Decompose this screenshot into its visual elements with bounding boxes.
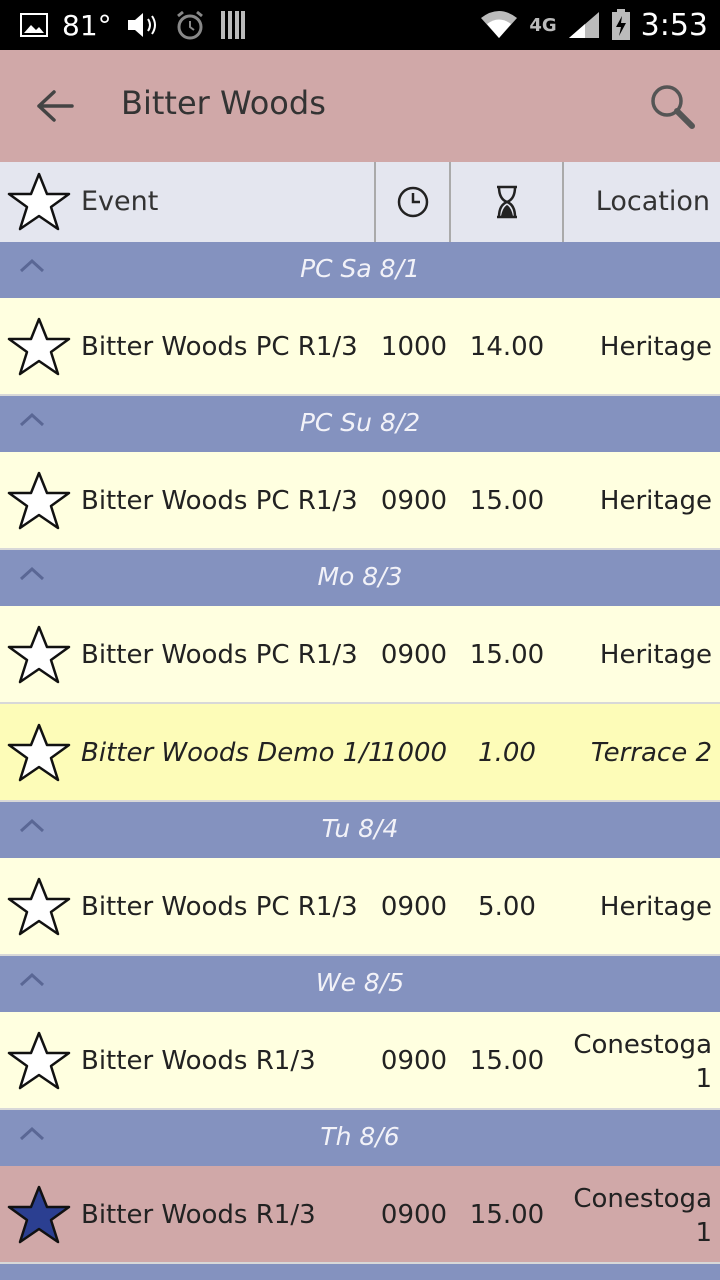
event-time: 0900 (380, 486, 448, 516)
event-row[interactable]: Bitter Woods Demo 1/1 1000 1.00 Terrace … (0, 704, 720, 802)
signal-icon (568, 12, 599, 38)
group-header-partial (0, 1264, 720, 1280)
battery-icon (611, 9, 630, 40)
group-title: PC Sa 8/1 (300, 254, 420, 283)
event-row[interactable]: Bitter Woods PC R1/3 0900 15.00 Heritage (0, 452, 720, 550)
event-duration: 1.00 (478, 738, 536, 768)
location-column-header[interactable]: Location (596, 186, 710, 217)
favorite-toggle[interactable] (6, 1184, 72, 1246)
search-icon (651, 85, 695, 129)
event-column-header[interactable]: Event (81, 186, 158, 217)
group-title: Tu 8/4 (321, 814, 399, 843)
app-bar: Bitter Woods (0, 50, 720, 162)
event-location: Heritage (599, 892, 712, 922)
event-location-line1: Conestoga (573, 1030, 712, 1060)
event-row[interactable]: Bitter Woods PC R1/3 0900 15.00 Heritage (0, 606, 720, 704)
event-list: PC Sa 8/1 Bitter Woods PC R1/3 1000 14.0… (0, 242, 720, 1280)
image-icon (20, 13, 48, 37)
favorite-toggle[interactable] (6, 316, 72, 378)
event-location-line1: Conestoga (573, 1184, 712, 1214)
event-location: Conestoga 1 (562, 1182, 712, 1250)
group-header[interactable]: We 8/5 (0, 956, 720, 1012)
star-outline-icon (7, 317, 71, 376)
group-title: PC Su 8/2 (299, 408, 421, 437)
event-duration: 15.00 (469, 486, 545, 516)
status-bar: 81° 4G 3:53 (0, 0, 720, 50)
barcode-icon (220, 11, 245, 39)
event-time: 0900 (380, 1046, 448, 1076)
event-name: Bitter Woods R1/3 (81, 1200, 316, 1230)
favorite-toggle[interactable] (6, 1030, 72, 1092)
event-time: 0900 (380, 640, 448, 670)
favorite-toggle[interactable] (6, 624, 72, 686)
group-header[interactable]: PC Su 8/2 (0, 396, 720, 452)
event-location-line2: 1 (695, 1064, 712, 1094)
clock-time: 3:53 (640, 7, 708, 43)
column-divider (562, 162, 564, 242)
group-header[interactable]: Th 8/6 (0, 1110, 720, 1166)
network-type: 4G (529, 14, 557, 36)
clock-icon (397, 186, 429, 218)
event-duration: 15.00 (469, 1046, 545, 1076)
event-row[interactable]: Bitter Woods PC R1/3 0900 5.00 Heritage (0, 858, 720, 956)
event-row[interactable]: Bitter Woods PC R1/3 1000 14.00 Heritage (0, 298, 720, 396)
group-title: We 8/5 (315, 968, 405, 997)
group-header[interactable]: Mo 8/3 (0, 550, 720, 606)
favorite-toggle[interactable] (6, 876, 72, 938)
event-location: Heritage (599, 640, 712, 670)
event-location: Terrace 2 (590, 738, 712, 768)
event-duration: 15.00 (469, 640, 545, 670)
arrow-left-icon (37, 90, 74, 122)
event-time: 0900 (380, 892, 448, 922)
favorite-toggle[interactable] (6, 470, 72, 532)
group-header[interactable]: Tu 8/4 (0, 802, 720, 858)
group-header[interactable]: PC Sa 8/1 (0, 242, 720, 298)
event-location: Heritage (599, 332, 712, 362)
page-title: Bitter Woods (121, 84, 326, 122)
event-name: Bitter Woods R1/3 (81, 1046, 316, 1076)
event-name: Bitter Woods PC R1/3 (81, 332, 358, 362)
event-time: 0900 (380, 1200, 448, 1230)
event-name: Bitter Woods PC R1/3 (81, 640, 358, 670)
time-column-header[interactable] (376, 162, 450, 242)
star-outline-icon (7, 877, 71, 936)
star-outline-icon (7, 471, 71, 530)
star-filled-icon (7, 1185, 71, 1244)
event-location: Heritage (599, 486, 712, 516)
event-time: 1000 (380, 332, 448, 362)
event-duration: 15.00 (469, 1200, 545, 1230)
column-header: Event Location (0, 162, 720, 242)
event-location: Conestoga 1 (562, 1028, 712, 1096)
event-row[interactable]: Bitter Woods R1/3 0900 15.00 Conestoga 1 (0, 1012, 720, 1110)
star-outline-icon (7, 625, 71, 684)
event-time: 1000 (380, 738, 448, 768)
event-row-selected[interactable]: Bitter Woods R1/3 0900 15.00 Conestoga 1 (0, 1166, 720, 1264)
star-outline-icon (7, 172, 71, 231)
favorite-toggle[interactable] (6, 722, 72, 784)
event-location-line2: 1 (695, 1218, 712, 1248)
back-button[interactable] (30, 81, 80, 131)
event-duration: 5.00 (478, 892, 536, 922)
hourglass-icon (497, 185, 517, 219)
search-button[interactable] (646, 80, 698, 132)
star-all-toggle[interactable] (6, 171, 72, 233)
star-outline-icon (7, 723, 71, 782)
event-name: Bitter Woods PC R1/3 (81, 486, 358, 516)
group-title: Mo 8/3 (317, 562, 403, 591)
event-name: Bitter Woods Demo 1/1 (81, 738, 385, 768)
event-duration: 14.00 (469, 332, 545, 362)
volume-icon (127, 13, 156, 37)
star-outline-icon (7, 1031, 71, 1090)
temperature-text: 81° (62, 8, 112, 42)
alarm-icon (176, 10, 203, 40)
duration-column-header[interactable] (451, 162, 563, 242)
event-name: Bitter Woods PC R1/3 (81, 892, 358, 922)
wifi-icon (481, 11, 518, 38)
group-title: Th 8/6 (320, 1122, 400, 1151)
